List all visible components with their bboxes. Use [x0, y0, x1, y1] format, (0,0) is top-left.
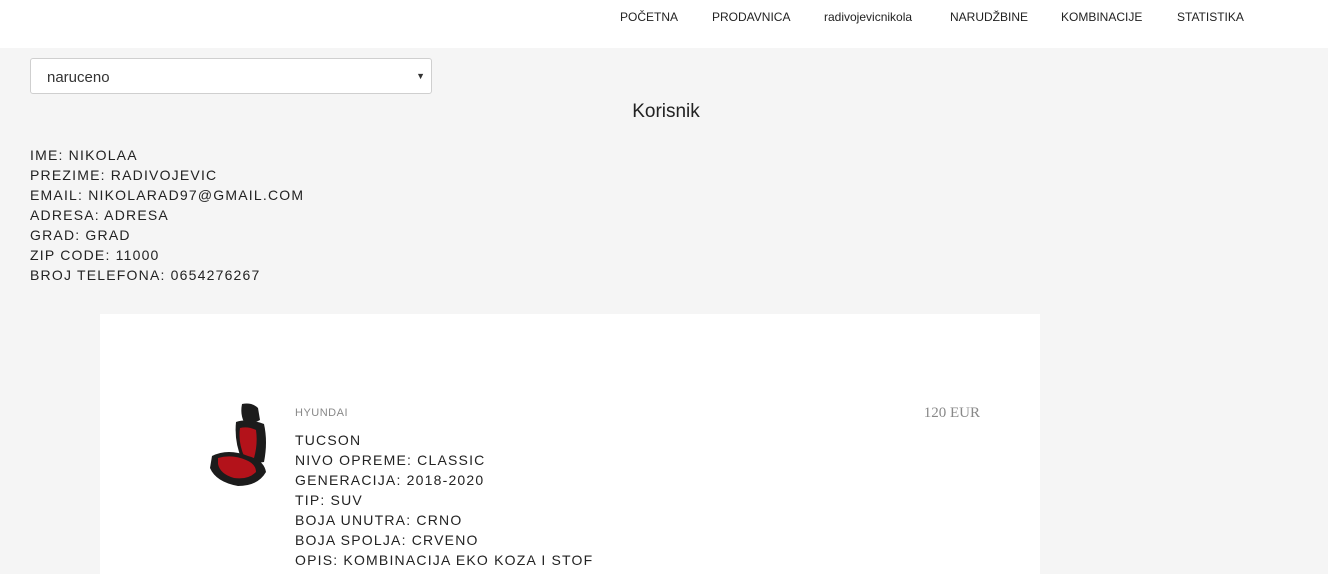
product-generation: GENERACIJA: 2018-2020	[295, 472, 485, 488]
nav-pocetna[interactable]: POČETNA	[620, 10, 678, 24]
user-city: GRAD: GRAD	[30, 227, 131, 243]
product-inner-color: BOJA UNUTRA: CRNO	[295, 512, 463, 528]
user-address: ADRESA: ADRESA	[30, 207, 169, 223]
car-seat-icon	[208, 402, 270, 488]
nav-statistika[interactable]: STATISTIKA	[1177, 10, 1244, 24]
user-phone: BROJ TELEFONA: 0654276267	[30, 267, 261, 283]
product-price: 120 EUR	[923, 405, 980, 421]
product-type: TIP: SUV	[295, 492, 363, 508]
product-description: OPIS: KOMBINACIJA EKO KOZA I STOF	[295, 552, 594, 568]
nav-narudzbine[interactable]: NARUDŽBINE	[950, 10, 1028, 24]
section-title: Korisnik	[632, 101, 700, 122]
nav-kombinacije[interactable]: KOMBINACIJE	[1061, 10, 1142, 24]
chevron-down-icon: ▼	[416, 71, 425, 81]
top-navigation-bar: POČETNA PRODAVNICA radivojevicnikola NAR…	[0, 0, 1328, 48]
user-first-name: IME: NIKOLAA	[30, 147, 138, 163]
product-brand: HYUNDAI	[295, 407, 349, 419]
product-details: TUCSON NIVO OPREME: CLASSIC GENERACIJA: …	[295, 430, 593, 570]
nav-prodavnica[interactable]: PRODAVNICA	[712, 10, 790, 24]
nav-user-account[interactable]: radivojevicnikola	[824, 10, 912, 24]
user-email: EMAIL: NIKOLARAD97@GMAIL.COM	[30, 187, 305, 203]
product-trim-level: NIVO OPREME: CLASSIC	[295, 452, 486, 468]
product-outer-color: BOJA SPOLJA: CRVENO	[295, 532, 479, 548]
order-status-value: naruceno	[47, 69, 110, 86]
product-model: TUCSON	[295, 432, 362, 448]
user-zip: ZIP CODE: 11000	[30, 247, 160, 263]
user-info: IME: NIKOLAA PREZIME: RADIVOJEVIC EMAIL:…	[30, 145, 304, 285]
order-item-card: HYUNDAI 120 EUR TUCSON NIVO OPREME: CLAS…	[100, 314, 1040, 574]
order-status-select[interactable]: naruceno ▼	[30, 58, 432, 94]
user-last-name: PREZIME: RADIVOJEVIC	[30, 167, 218, 183]
